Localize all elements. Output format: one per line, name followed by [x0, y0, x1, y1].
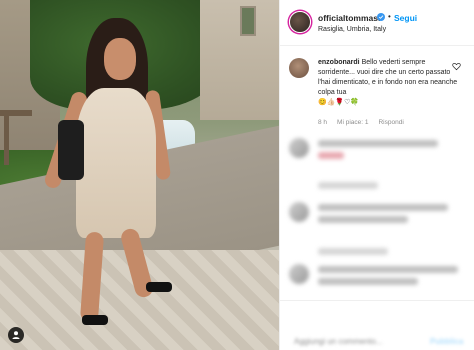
blurred-line — [318, 204, 448, 211]
photo-person — [42, 10, 188, 345]
post-header: officialtommasi • Segui Rasiglia, Umbria… — [280, 0, 474, 46]
blurred-line — [318, 248, 388, 255]
blurred-comment — [280, 136, 474, 172]
person-shoe-right — [146, 282, 172, 292]
blurred-line — [318, 140, 438, 147]
person-dress — [76, 88, 156, 238]
photo-railing-post — [4, 110, 9, 165]
photo-window — [240, 6, 256, 36]
heart-icon[interactable] — [452, 62, 461, 71]
comment-time: 8 h — [318, 119, 328, 126]
publish-button[interactable]: Pubblica — [430, 337, 463, 346]
separator-dot: • — [388, 12, 391, 21]
person-shoe-left — [82, 315, 108, 325]
reply-button[interactable]: Rispondi — [378, 119, 403, 126]
verified-badge-icon — [377, 13, 385, 21]
avatar[interactable] — [289, 11, 311, 33]
post-photo[interactable] — [0, 0, 279, 350]
blurred-line — [318, 182, 378, 189]
comment-footer: Aggiungi un commento... Pubblica — [280, 300, 474, 350]
follow-button[interactable]: Segui — [394, 13, 417, 23]
comment-input[interactable]: Aggiungi un commento... — [294, 337, 383, 346]
blurred-comment — [280, 200, 474, 236]
blurred-line — [318, 278, 418, 285]
blurred-comment — [280, 262, 474, 298]
comment-emojis: 😊👍🏻🌹♡🍀 — [318, 99, 360, 106]
comment-body: enzobonardi Bello vederti sempre sorride… — [318, 58, 458, 108]
person-leg-left — [79, 231, 105, 323]
post-side-panel: officialtommasi • Segui Rasiglia, Umbria… — [279, 0, 474, 350]
user-tag-icon[interactable] — [8, 327, 24, 343]
blurred-line — [318, 266, 458, 273]
blurred-avatar — [289, 264, 309, 284]
person-bag — [58, 120, 84, 180]
blurred-avatar — [289, 202, 309, 222]
blurred-avatar — [289, 138, 309, 158]
blurred-line — [318, 216, 408, 223]
comment-likes[interactable]: Mi piace: 1 — [337, 119, 368, 126]
blurred-line — [318, 152, 344, 159]
post-username[interactable]: officialtommasi — [318, 13, 380, 23]
comment-avatar[interactable] — [289, 58, 309, 78]
post-location[interactable]: Rasiglia, Umbria, Italy — [318, 26, 386, 33]
person-face — [104, 38, 136, 80]
comment-author[interactable]: enzobonardi — [318, 59, 360, 66]
comment-meta: 8 h Mi piace: 1 Rispondi — [318, 119, 404, 126]
